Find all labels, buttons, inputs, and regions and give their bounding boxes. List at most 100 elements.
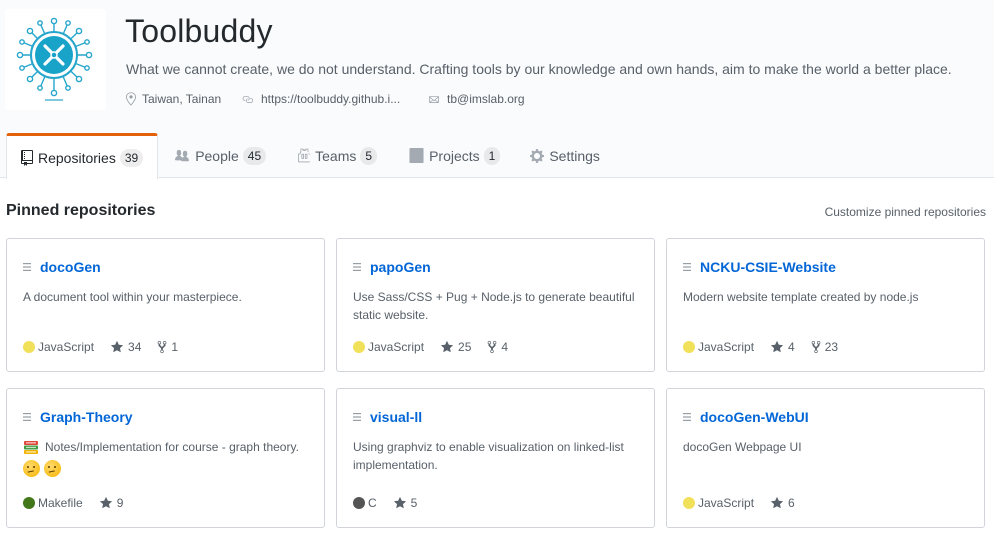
tab-label: Repositories	[38, 149, 116, 166]
tab-counter: 39	[119, 148, 144, 167]
repo-forks[interactable]: 23	[811, 340, 838, 354]
repo-stars[interactable]: 6	[770, 496, 795, 510]
pinned-repo-card: visual-ll Using graphviz to enable visua…	[336, 388, 655, 528]
books-emoji-icon	[24, 440, 38, 454]
org-name: Toolbuddy	[125, 13, 273, 49]
tab-counter: 1	[483, 146, 501, 165]
tab-counter: 45	[242, 146, 267, 165]
language-color-dot	[353, 341, 365, 353]
fork-count[interactable]: 1	[171, 340, 178, 354]
star-count[interactable]: 9	[117, 496, 124, 510]
repo-stars[interactable]: 9	[99, 496, 124, 510]
drag-handle-icon[interactable]	[683, 412, 691, 422]
repo-meta: JavaScript 34 1	[23, 340, 178, 354]
repo-icon	[21, 149, 33, 166]
repo-forks[interactable]: 4	[487, 340, 508, 354]
org-nav-tabs: Repositories 39 People 45 Teams 5 Projec…	[6, 133, 600, 179]
tab-counter: 5	[360, 146, 378, 165]
star-count[interactable]: 34	[128, 340, 141, 354]
language-color-dot	[683, 497, 695, 509]
repo-link[interactable]: visual-ll	[353, 409, 422, 425]
website-link[interactable]: https://toolbuddy.github.i...	[261, 92, 400, 106]
tab-label: Projects	[429, 147, 480, 164]
repo-stars[interactable]: 25	[440, 340, 471, 354]
repo-forks[interactable]: 1	[157, 340, 178, 354]
org-logo[interactable]	[5, 9, 106, 110]
repo-language: JavaScript	[698, 340, 755, 354]
org-description: What we cannot create, we do not underst…	[126, 61, 952, 77]
fork-icon	[488, 340, 497, 354]
tab-label: People	[195, 147, 239, 164]
fork-icon	[811, 340, 821, 354]
repo-language: JavaScript	[38, 340, 95, 354]
org-website[interactable]: https://toolbuddy.github.i...	[240, 92, 400, 106]
thinking-face-emoji-icon	[44, 460, 61, 477]
language-color-dot	[683, 341, 695, 353]
repo-meta: C 5	[353, 496, 417, 510]
repo-name[interactable]: papoGen	[370, 259, 431, 275]
pinned-repo-card: NCKU-CSIE-Website Modern website templat…	[666, 238, 985, 372]
repo-description: Using graphviz to enable visualization o…	[353, 440, 624, 472]
repo-name[interactable]: Graph-Theory	[40, 409, 133, 425]
gear-icon	[530, 148, 545, 163]
star-count[interactable]: 4	[788, 340, 795, 354]
language-color-dot	[23, 497, 35, 509]
repo-stars[interactable]: 4	[770, 340, 795, 354]
repo-description: Notes/Implementation for course - graph …	[45, 440, 299, 454]
tab-projects[interactable]: Projects 1	[409, 133, 501, 178]
jersey-icon	[298, 148, 311, 163]
tab-people[interactable]: People 45	[174, 133, 267, 178]
tab-teams[interactable]: Teams 5	[298, 133, 378, 178]
repo-link[interactable]: papoGen	[353, 259, 431, 275]
repo-stars[interactable]: 5	[393, 496, 418, 510]
repo-link[interactable]: docoGen-WebUI	[683, 409, 809, 425]
pinned-repo-card: docoGen-WebUI docoGen Webpage UI JavaScr…	[666, 388, 985, 528]
repo-name[interactable]: visual-ll	[370, 409, 422, 425]
star-icon	[440, 340, 454, 353]
location-text: Taiwan, Tainan	[142, 92, 222, 106]
repo-name[interactable]: docoGen-WebUI	[700, 409, 809, 425]
star-icon	[770, 340, 784, 353]
drag-handle-icon[interactable]	[683, 262, 691, 272]
drag-handle-icon[interactable]	[353, 412, 361, 422]
location-icon	[126, 92, 136, 106]
pinned-repositories-title: Pinned repositories	[6, 202, 156, 219]
tab-label: Teams	[315, 147, 357, 164]
repo-link[interactable]: Graph-Theory	[23, 409, 133, 425]
repo-stars[interactable]: 34	[110, 340, 141, 354]
star-count[interactable]: 5	[411, 496, 418, 510]
drag-handle-icon[interactable]	[353, 262, 361, 272]
customize-pinned-button[interactable]: Customize pinned repositories	[825, 205, 986, 219]
fork-count[interactable]: 4	[501, 340, 508, 354]
repo-description: docoGen Webpage UI	[683, 440, 802, 454]
repo-description: A document tool within your masterpiece.	[23, 290, 242, 304]
repo-language: Makefile	[38, 496, 83, 510]
repo-meta: Makefile 9	[23, 496, 123, 510]
people-icon	[175, 149, 190, 161]
repo-name[interactable]: NCKU-CSIE-Website	[700, 259, 836, 275]
repo-link[interactable]: NCKU-CSIE-Website	[683, 259, 836, 275]
email-link[interactable]: tb@imslab.org	[447, 92, 525, 106]
pinned-repo-card: papoGen Use Sass/CSS + Pug + Node.js to …	[336, 238, 655, 372]
repo-name[interactable]: docoGen	[40, 259, 101, 275]
org-email[interactable]: tb@imslab.org	[427, 92, 525, 106]
project-icon	[409, 148, 424, 163]
repo-description-block: Notes/Implementation for course - graph …	[23, 438, 315, 477]
drag-handle-icon[interactable]	[23, 262, 31, 272]
tab-repositories[interactable]: Repositories 39	[6, 133, 159, 179]
tab-label: Settings	[549, 147, 600, 164]
repo-link[interactable]: docoGen	[23, 259, 101, 275]
mail-icon	[429, 95, 439, 103]
star-icon	[99, 496, 112, 509]
star-count[interactable]: 6	[788, 496, 795, 510]
tab-settings[interactable]: Settings	[530, 133, 600, 178]
fork-count[interactable]: 23	[825, 340, 838, 354]
drag-handle-icon[interactable]	[23, 412, 31, 422]
star-count[interactable]: 25	[458, 340, 471, 354]
thinking-face-emoji-icon	[23, 460, 40, 477]
repo-description: Use Sass/CSS + Pug + Node.js to generate…	[353, 290, 635, 322]
star-icon	[110, 340, 124, 353]
pinned-repo-card: docoGen A document tool within your mast…	[6, 238, 325, 372]
language-color-dot	[353, 497, 365, 509]
repo-language: C	[368, 496, 377, 510]
